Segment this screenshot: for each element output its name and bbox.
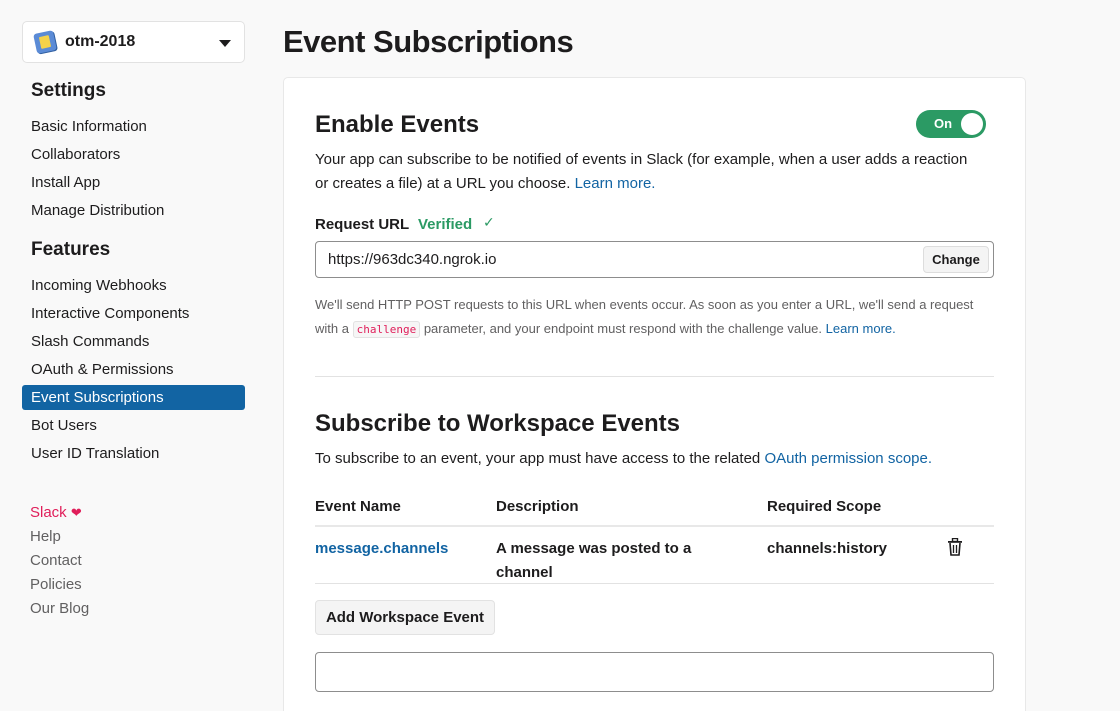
page-title: Event Subscriptions — [283, 24, 574, 59]
sidebar-item-manage-distribution[interactable]: Manage Distribution — [22, 198, 245, 223]
request-url-field[interactable]: https://963dc340.ngrok.io Change — [315, 241, 994, 278]
request-url-label: Request URL — [315, 216, 410, 233]
change-url-button[interactable]: Change — [923, 246, 989, 273]
app-icon — [33, 30, 57, 54]
sidebar-item-bot-users[interactable]: Bot Users — [22, 413, 245, 438]
challenge-code: challenge — [352, 321, 421, 338]
toggle-label: On — [934, 116, 953, 131]
check-icon: ✓ — [483, 214, 495, 230]
footer-contact-link[interactable]: Contact — [30, 552, 82, 569]
footer-policies-link[interactable]: Policies — [30, 576, 82, 593]
toggle-knob — [961, 113, 983, 135]
trash-icon[interactable] — [947, 538, 963, 556]
sidebar-item-oauth-permissions[interactable]: OAuth & Permissions — [22, 357, 245, 382]
table-row-divider — [315, 583, 994, 584]
table-header-divider — [315, 525, 994, 527]
event-required-scope: channels:history — [767, 540, 888, 557]
sidebar-item-event-subscriptions[interactable]: Event Subscriptions — [22, 385, 245, 410]
heart-icon: ❤ — [70, 505, 82, 520]
request-url-help: We'll send HTTP POST requests to this UR… — [315, 293, 995, 342]
oauth-scope-link[interactable]: OAuth permission scope. — [764, 450, 932, 467]
column-header-event-name: Event Name — [315, 498, 401, 515]
sidebar-item-collaborators[interactable]: Collaborators — [22, 142, 245, 167]
settings-card: Enable Events On Your app can subscribe … — [283, 77, 1026, 711]
enable-events-title: Enable Events — [315, 111, 480, 138]
request-url-value: https://963dc340.ngrok.io — [328, 251, 497, 268]
sidebar-item-basic-information[interactable]: Basic Information — [22, 114, 245, 139]
learn-more-link[interactable]: Learn more. — [575, 175, 656, 192]
enable-events-toggle[interactable]: On — [916, 110, 986, 138]
settings-section-title: Settings — [31, 80, 106, 101]
event-name-link[interactable]: message.channels — [315, 540, 448, 557]
event-description: A message was posted to a channel — [496, 540, 692, 581]
add-workspace-event-button[interactable]: Add Workspace Event — [315, 600, 495, 635]
chevron-down-icon — [219, 40, 231, 47]
sidebar-item-interactive-components[interactable]: Interactive Components — [22, 301, 245, 326]
app-selector[interactable]: otm-2018 — [22, 21, 245, 63]
add-event-input[interactable] — [315, 652, 994, 692]
slack-link-label: Slack — [30, 504, 67, 521]
verified-label: Verified — [418, 216, 473, 233]
sidebar-item-incoming-webhooks[interactable]: Incoming Webhooks — [22, 273, 245, 298]
workspace-events-title: Subscribe to Workspace Events — [315, 410, 681, 437]
sidebar-item-user-id-translation[interactable]: User ID Translation — [22, 441, 245, 466]
footer-help-link[interactable]: Help — [30, 528, 61, 545]
workspace-events-text: To subscribe to an event, your app must … — [315, 450, 761, 467]
workspace-events-description: To subscribe to an event, your app must … — [315, 447, 995, 471]
sidebar-item-slash-commands[interactable]: Slash Commands — [22, 329, 245, 354]
column-header-required-scope: Required Scope — [767, 498, 882, 515]
footer-blog-link[interactable]: Our Blog — [30, 600, 89, 617]
column-header-description: Description — [496, 498, 579, 515]
help-text-2: parameter, and your endpoint must respon… — [423, 321, 823, 336]
help-learn-more-link[interactable]: Learn more. — [826, 321, 896, 336]
footer-slack-link[interactable]: Slack ❤ — [30, 504, 82, 521]
app-name: otm-2018 — [65, 33, 136, 50]
section-divider — [315, 376, 994, 377]
enable-events-description: Your app can subscribe to be notified of… — [315, 148, 975, 196]
features-section-title: Features — [31, 239, 111, 260]
sidebar-item-install-app[interactable]: Install App — [22, 170, 245, 195]
